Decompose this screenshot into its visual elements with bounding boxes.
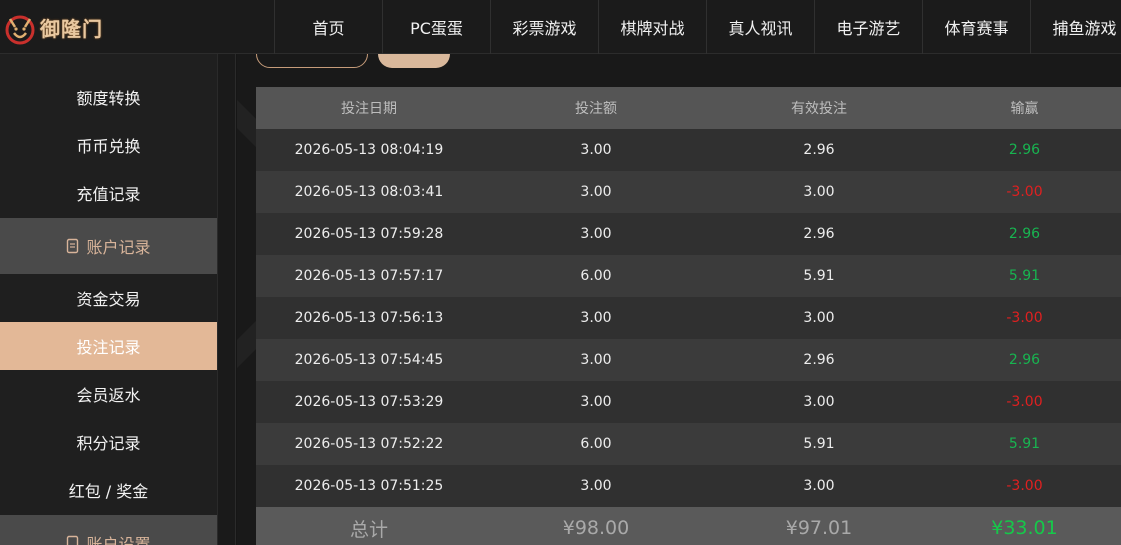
sidebar-group-label: 账户设置 (86, 535, 151, 545)
bet-records-table: 投注日期 投注额 有效投注 输赢 2026-05-13 08:04:19 3.0… (256, 87, 1121, 545)
sidebar-item-credit-transfer[interactable]: 额度转换 (0, 73, 217, 121)
total-bet-amount: ¥98.00 (562, 517, 630, 539)
sidebar-group-account-records[interactable]: 账户记录 (0, 218, 217, 274)
header-valid-bet: 有效投注 (791, 101, 847, 117)
table-row: 2026-05-13 08:04:19 3.00 2.96 2.96 (256, 129, 1121, 171)
cell-valid-bet: 2.96 (803, 142, 835, 158)
cell-valid-bet: 3.00 (803, 310, 835, 326)
cell-win-loss: -3.00 (1006, 184, 1043, 200)
sidebar-item-deposit-records[interactable]: 充值记录 (0, 169, 217, 217)
table-row: 2026-05-13 07:54:45 3.00 2.96 2.96 (256, 339, 1121, 381)
cell-valid-bet: 5.91 (803, 436, 835, 452)
nav-slots[interactable]: 电子游艺 (814, 0, 922, 54)
table-header: 投注日期 投注额 有效投注 输赢 (256, 87, 1121, 129)
cell-win-loss: -3.00 (1006, 478, 1043, 494)
cell-bet-date: 2026-05-13 08:03:41 (294, 184, 444, 200)
cell-bet-amount: 3.00 (580, 478, 612, 494)
table-row: 2026-05-13 08:03:41 3.00 3.00 -3.00 (256, 171, 1121, 213)
cell-bet-date: 2026-05-13 07:59:28 (294, 226, 444, 242)
nav-lottery[interactable]: 彩票游戏 (490, 0, 598, 54)
nav-sports[interactable]: 体育赛事 (922, 0, 1030, 54)
table-row: 2026-05-13 07:59:28 3.00 2.96 2.96 (256, 213, 1121, 255)
sidebar-item-fund-transactions[interactable]: 资金交易 (0, 274, 217, 322)
brand-emblem-icon (2, 11, 38, 47)
brand-name: 御隆门 (40, 16, 103, 41)
sidebar-item-points-records[interactable]: 积分记录 (0, 418, 217, 466)
sidebar-group-label: 账户记录 (86, 238, 151, 257)
app-root: 御隆门 首页 PC蛋蛋 彩票游戏 棋牌对战 真人视讯 电子游艺 体育赛事 捕鱼游… (0, 0, 1121, 545)
cell-win-loss: -3.00 (1006, 310, 1043, 326)
cell-win-loss: 5.91 (1008, 268, 1041, 284)
table-row: 2026-05-13 07:51:25 3.00 3.00 -3.00 (256, 465, 1121, 507)
cell-bet-date: 2026-05-13 07:51:25 (294, 478, 444, 494)
brand-logo[interactable]: 御隆门 (0, 0, 140, 54)
sidebar: 额度转换 币币兑换 充值记录 账户记录 资金交易 投注记录 会员返水 积分记录 … (0, 54, 218, 545)
cell-win-loss: 2.96 (1008, 142, 1041, 158)
cell-valid-bet: 2.96 (803, 226, 835, 242)
cell-bet-amount: 6.00 (580, 268, 612, 284)
table-row: 2026-05-13 07:52:22 6.00 5.91 5.91 (256, 423, 1121, 465)
cell-bet-amount: 3.00 (580, 310, 612, 326)
main-nav: 首页 PC蛋蛋 彩票游戏 棋牌对战 真人视讯 电子游艺 体育赛事 捕鱼游戏 (274, 0, 1121, 54)
sidebar-item-member-rebate[interactable]: 会员返水 (0, 370, 217, 418)
cell-valid-bet: 5.91 (803, 268, 835, 284)
table-footer-totals: 总计 ¥98.00 ¥97.01 ¥33.01 (256, 507, 1121, 545)
cell-valid-bet: 3.00 (803, 184, 835, 200)
cell-bet-amount: 3.00 (580, 352, 612, 368)
settings-icon (66, 535, 80, 545)
cell-win-loss: 2.96 (1008, 352, 1041, 368)
nav-home[interactable]: 首页 (274, 0, 382, 54)
cell-bet-amount: 3.00 (580, 184, 612, 200)
cell-bet-amount: 3.00 (580, 394, 612, 410)
nav-board-games[interactable]: 棋牌对战 (598, 0, 706, 54)
sidebar-item-red-envelope-bonus[interactable]: 红包 / 奖金 (0, 466, 217, 514)
sidebar-group-account-settings[interactable]: 账户设置 (0, 515, 217, 545)
main-content: 投注日期 投注额 有效投注 输赢 2026-05-13 08:04:19 3.0… (237, 54, 1121, 545)
total-win-loss: ¥33.01 (991, 517, 1058, 539)
cell-bet-date: 2026-05-13 07:54:45 (294, 352, 444, 368)
nav-pc-egg[interactable]: PC蛋蛋 (382, 0, 490, 54)
nav-live-casino[interactable]: 真人视讯 (706, 0, 814, 54)
cell-win-loss: -3.00 (1006, 394, 1043, 410)
cell-bet-date: 2026-05-13 07:53:29 (294, 394, 444, 410)
cell-bet-amount: 6.00 (580, 436, 612, 452)
filter-button-primary[interactable] (378, 54, 450, 68)
sidebar-item-bet-records[interactable]: 投注记录 (0, 322, 217, 370)
records-icon (66, 238, 80, 254)
cell-valid-bet: 2.96 (803, 352, 835, 368)
cell-valid-bet: 3.00 (803, 478, 835, 494)
nav-fishing[interactable]: 捕鱼游戏 (1030, 0, 1121, 54)
cell-bet-date: 2026-05-13 07:57:17 (294, 268, 444, 284)
header-bet-amount: 投注额 (575, 101, 617, 117)
cell-win-loss: 5.91 (1008, 436, 1041, 452)
header-win-loss: 输赢 (1010, 101, 1039, 117)
total-valid-bet: ¥97.01 (785, 517, 853, 539)
cell-bet-amount: 3.00 (580, 226, 612, 242)
cell-bet-amount: 3.00 (580, 142, 612, 158)
cell-bet-date: 2026-05-13 07:56:13 (294, 310, 444, 326)
top-header: 御隆门 首页 PC蛋蛋 彩票游戏 棋牌对战 真人视讯 电子游艺 体育赛事 捕鱼游… (0, 0, 1121, 54)
table-row: 2026-05-13 07:56:13 3.00 3.00 -3.00 (256, 297, 1121, 339)
total-label: 总计 (349, 518, 388, 541)
header-bet-date: 投注日期 (341, 101, 397, 117)
cell-win-loss: 2.96 (1008, 226, 1041, 242)
filter-button-secondary[interactable] (256, 54, 368, 68)
sidebar-item-coin-exchange[interactable]: 币币兑换 (0, 121, 217, 169)
sidebar-gutter (218, 54, 236, 545)
table-row: 2026-05-13 07:53:29 3.00 3.00 -3.00 (256, 381, 1121, 423)
cell-bet-date: 2026-05-13 07:52:22 (294, 436, 444, 452)
cell-valid-bet: 3.00 (803, 394, 835, 410)
table-row: 2026-05-13 07:57:17 6.00 5.91 5.91 (256, 255, 1121, 297)
cell-bet-date: 2026-05-13 08:04:19 (294, 142, 444, 158)
